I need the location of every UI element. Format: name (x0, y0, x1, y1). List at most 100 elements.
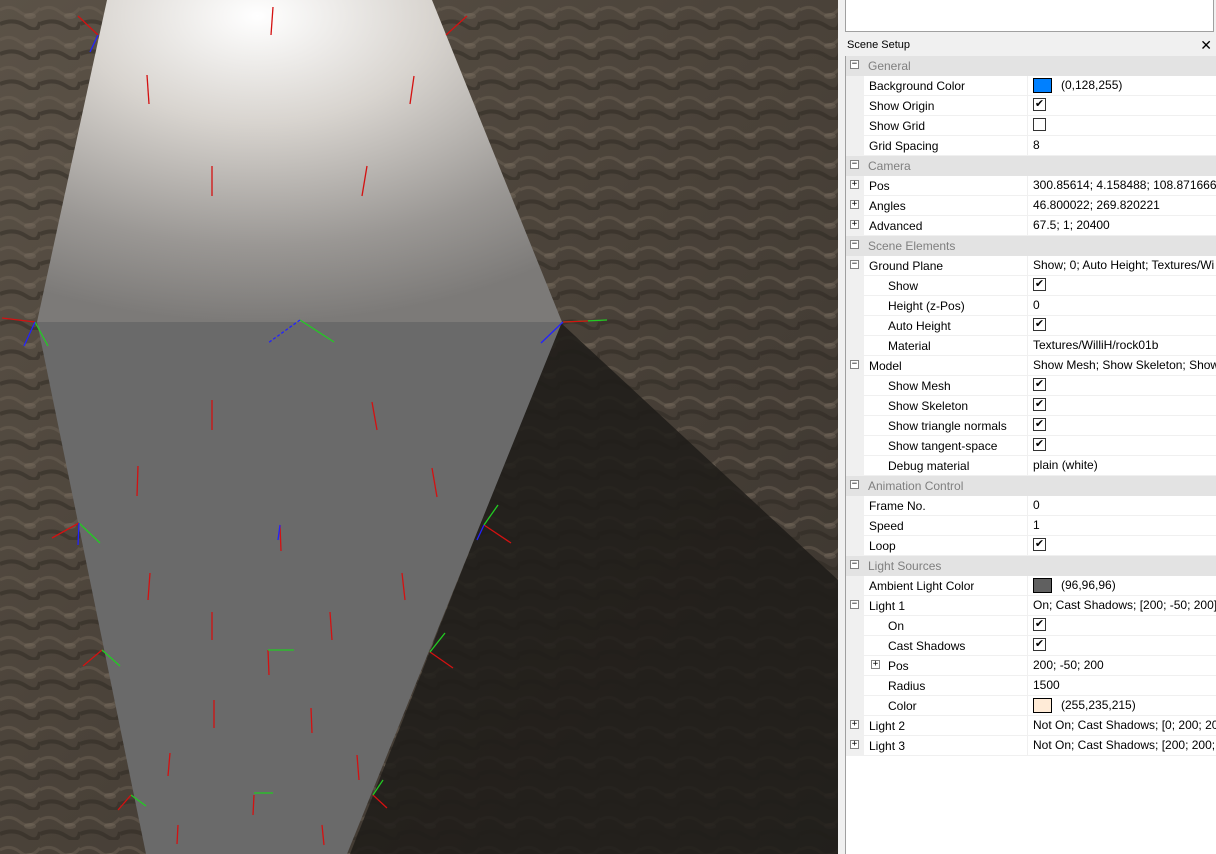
prop-value[interactable]: plain (white) (1027, 456, 1216, 475)
prop-value[interactable]: Not On; Cast Shadows; [200; 200; 2 (1027, 736, 1216, 755)
checkbox-light1-cast-shadows[interactable]: ✔ (1033, 638, 1046, 651)
prop-light1-color[interactable]: Color (255,235,215) (846, 696, 1216, 716)
prop-ground-plane[interactable]: − Ground Plane Show; 0; Auto Height; Tex… (846, 256, 1216, 276)
category-label: Light Sources (868, 559, 942, 573)
prop-value[interactable]: 200; -50; 200 (1027, 656, 1216, 675)
prop-name: Height (z-Pos) (888, 299, 965, 313)
color-swatch[interactable] (1033, 578, 1052, 593)
prop-debug-material[interactable]: Debug material plain (white) (846, 456, 1216, 476)
collapse-icon[interactable]: − (850, 240, 859, 249)
prop-light1-radius[interactable]: Radius 1500 (846, 676, 1216, 696)
prop-name: Grid Spacing (869, 139, 939, 153)
checkbox-show-triangle-normals[interactable]: ✔ (1033, 418, 1046, 431)
collapse-icon[interactable]: − (850, 360, 859, 369)
checkbox-show-tangent-space[interactable]: ✔ (1033, 438, 1046, 451)
prop-name: Ambient Light Color (869, 579, 975, 593)
close-icon[interactable]: ✕ (1200, 37, 1212, 54)
expand-icon[interactable]: + (871, 660, 880, 669)
prop-frame-no[interactable]: Frame No. 0 (846, 496, 1216, 516)
prop-name: Show Grid (869, 119, 926, 133)
prop-value[interactable]: 0 (1027, 296, 1216, 315)
prop-name: Material (888, 339, 931, 353)
prop-ground-show[interactable]: Show ✔ (846, 276, 1216, 296)
expand-icon[interactable]: + (850, 740, 859, 749)
prop-value[interactable]: 300.85614; 4.158488; 108.871666 (1027, 176, 1216, 195)
prop-light1-on[interactable]: On ✔ (846, 616, 1216, 636)
category-light-sources[interactable]: − Light Sources (846, 556, 1216, 576)
checkbox-auto-height[interactable]: ✔ (1033, 318, 1046, 331)
prop-light-3[interactable]: + Light 3 Not On; Cast Shadows; [200; 20… (846, 736, 1216, 756)
prop-show-origin[interactable]: Show Origin ✔ (846, 96, 1216, 116)
property-grid: − General Background Color (0,128,255) S… (845, 56, 1216, 854)
prop-show-tangent-space[interactable]: Show tangent-space ✔ (846, 436, 1216, 456)
checkbox-show-mesh[interactable]: ✔ (1033, 378, 1046, 391)
checkbox-show-skeleton[interactable]: ✔ (1033, 398, 1046, 411)
collapse-icon[interactable]: − (850, 600, 859, 609)
prop-camera-pos[interactable]: + Pos 300.85614; 4.158488; 108.871666 (846, 176, 1216, 196)
prop-show-mesh[interactable]: Show Mesh ✔ (846, 376, 1216, 396)
category-scene-elements[interactable]: − Scene Elements (846, 236, 1216, 256)
category-camera[interactable]: − Camera (846, 156, 1216, 176)
collapse-icon[interactable]: − (850, 60, 859, 69)
prop-name: Advanced (869, 219, 923, 233)
category-label: Scene Elements (868, 239, 956, 253)
prop-name: Ground Plane (869, 259, 944, 273)
prop-model[interactable]: − Model Show Mesh; Show Skeleton; Show (846, 356, 1216, 376)
prop-loop[interactable]: Loop ✔ (846, 536, 1216, 556)
checkbox-ground-show[interactable]: ✔ (1033, 278, 1046, 291)
prop-value[interactable]: 1500 (1027, 676, 1216, 695)
prop-show-triangle-normals[interactable]: Show triangle normals ✔ (846, 416, 1216, 436)
prop-camera-angles[interactable]: + Angles 46.800022; 269.820221 (846, 196, 1216, 216)
prop-value[interactable]: (255,235,215) (1027, 696, 1216, 715)
prop-value[interactable]: Not On; Cast Shadows; [0; 200; 200 (1027, 716, 1216, 735)
checkbox-show-grid[interactable] (1033, 118, 1046, 131)
collapse-icon[interactable]: − (850, 160, 859, 169)
prop-value[interactable]: (96,96,96) (1027, 576, 1216, 595)
expand-icon[interactable]: + (850, 220, 859, 229)
color-swatch[interactable] (1033, 698, 1052, 713)
prop-value[interactable]: (0,128,255) (1027, 76, 1216, 95)
prop-value[interactable]: 8 (1027, 136, 1216, 155)
prop-show-grid[interactable]: Show Grid (846, 116, 1216, 136)
prop-speed[interactable]: Speed 1 (846, 516, 1216, 536)
prop-value[interactable]: 46.800022; 269.820221 (1027, 196, 1216, 215)
prop-camera-advanced[interactable]: + Advanced 67.5; 1; 20400 (846, 216, 1216, 236)
collapse-icon[interactable]: − (850, 560, 859, 569)
expand-icon[interactable]: + (850, 200, 859, 209)
prop-value[interactable]: 0 (1027, 496, 1216, 515)
collapse-icon[interactable]: − (850, 480, 859, 489)
prop-grid-spacing[interactable]: Grid Spacing 8 (846, 136, 1216, 156)
prop-light1-cast-shadows[interactable]: Cast Shadows ✔ (846, 636, 1216, 656)
checkbox-show-origin[interactable]: ✔ (1033, 98, 1046, 111)
3d-viewport[interactable] (0, 0, 838, 854)
prop-name: Radius (888, 679, 926, 693)
prop-background-color[interactable]: Background Color (0,128,255) (846, 76, 1216, 96)
prop-show-skeleton[interactable]: Show Skeleton ✔ (846, 396, 1216, 416)
prop-light1-pos[interactable]: + Pos 200; -50; 200 (846, 656, 1216, 676)
prop-ground-height[interactable]: Height (z-Pos) 0 (846, 296, 1216, 316)
category-animation-control[interactable]: − Animation Control (846, 476, 1216, 496)
expand-icon[interactable]: + (850, 180, 859, 189)
color-swatch[interactable] (1033, 78, 1052, 93)
expand-icon[interactable]: + (850, 720, 859, 729)
collapse-icon[interactable]: − (850, 260, 859, 269)
prop-name: Show Origin (869, 99, 935, 113)
prop-ground-material[interactable]: Material Textures/WilliH/rock01b (846, 336, 1216, 356)
checkbox-light1-on[interactable]: ✔ (1033, 618, 1046, 631)
category-general[interactable]: − General (846, 56, 1216, 76)
prop-value[interactable]: Show Mesh; Show Skeleton; Show (1027, 356, 1216, 375)
prop-ground-auto-height[interactable]: Auto Height ✔ (846, 316, 1216, 336)
prop-value[interactable]: 67.5; 1; 20400 (1027, 216, 1216, 235)
prop-name: Show (888, 279, 919, 293)
prop-ambient-light-color[interactable]: Ambient Light Color (96,96,96) (846, 576, 1216, 596)
prop-value[interactable]: Textures/WilliH/rock01b (1027, 336, 1216, 355)
prop-name: Show Skeleton (888, 399, 969, 413)
prop-value[interactable]: On; Cast Shadows; [200; -50; 200] 1 (1027, 596, 1216, 615)
prop-value[interactable]: 1 (1027, 516, 1216, 535)
checkbox-loop[interactable]: ✔ (1033, 538, 1046, 551)
prop-light-2[interactable]: + Light 2 Not On; Cast Shadows; [0; 200;… (846, 716, 1216, 736)
prop-light-1[interactable]: − Light 1 On; Cast Shadows; [200; -50; 2… (846, 596, 1216, 616)
prop-name: Show triangle normals (888, 419, 1007, 433)
prop-value[interactable]: Show; 0; Auto Height; Textures/Wi (1027, 256, 1216, 275)
prop-name: Speed (869, 519, 904, 533)
